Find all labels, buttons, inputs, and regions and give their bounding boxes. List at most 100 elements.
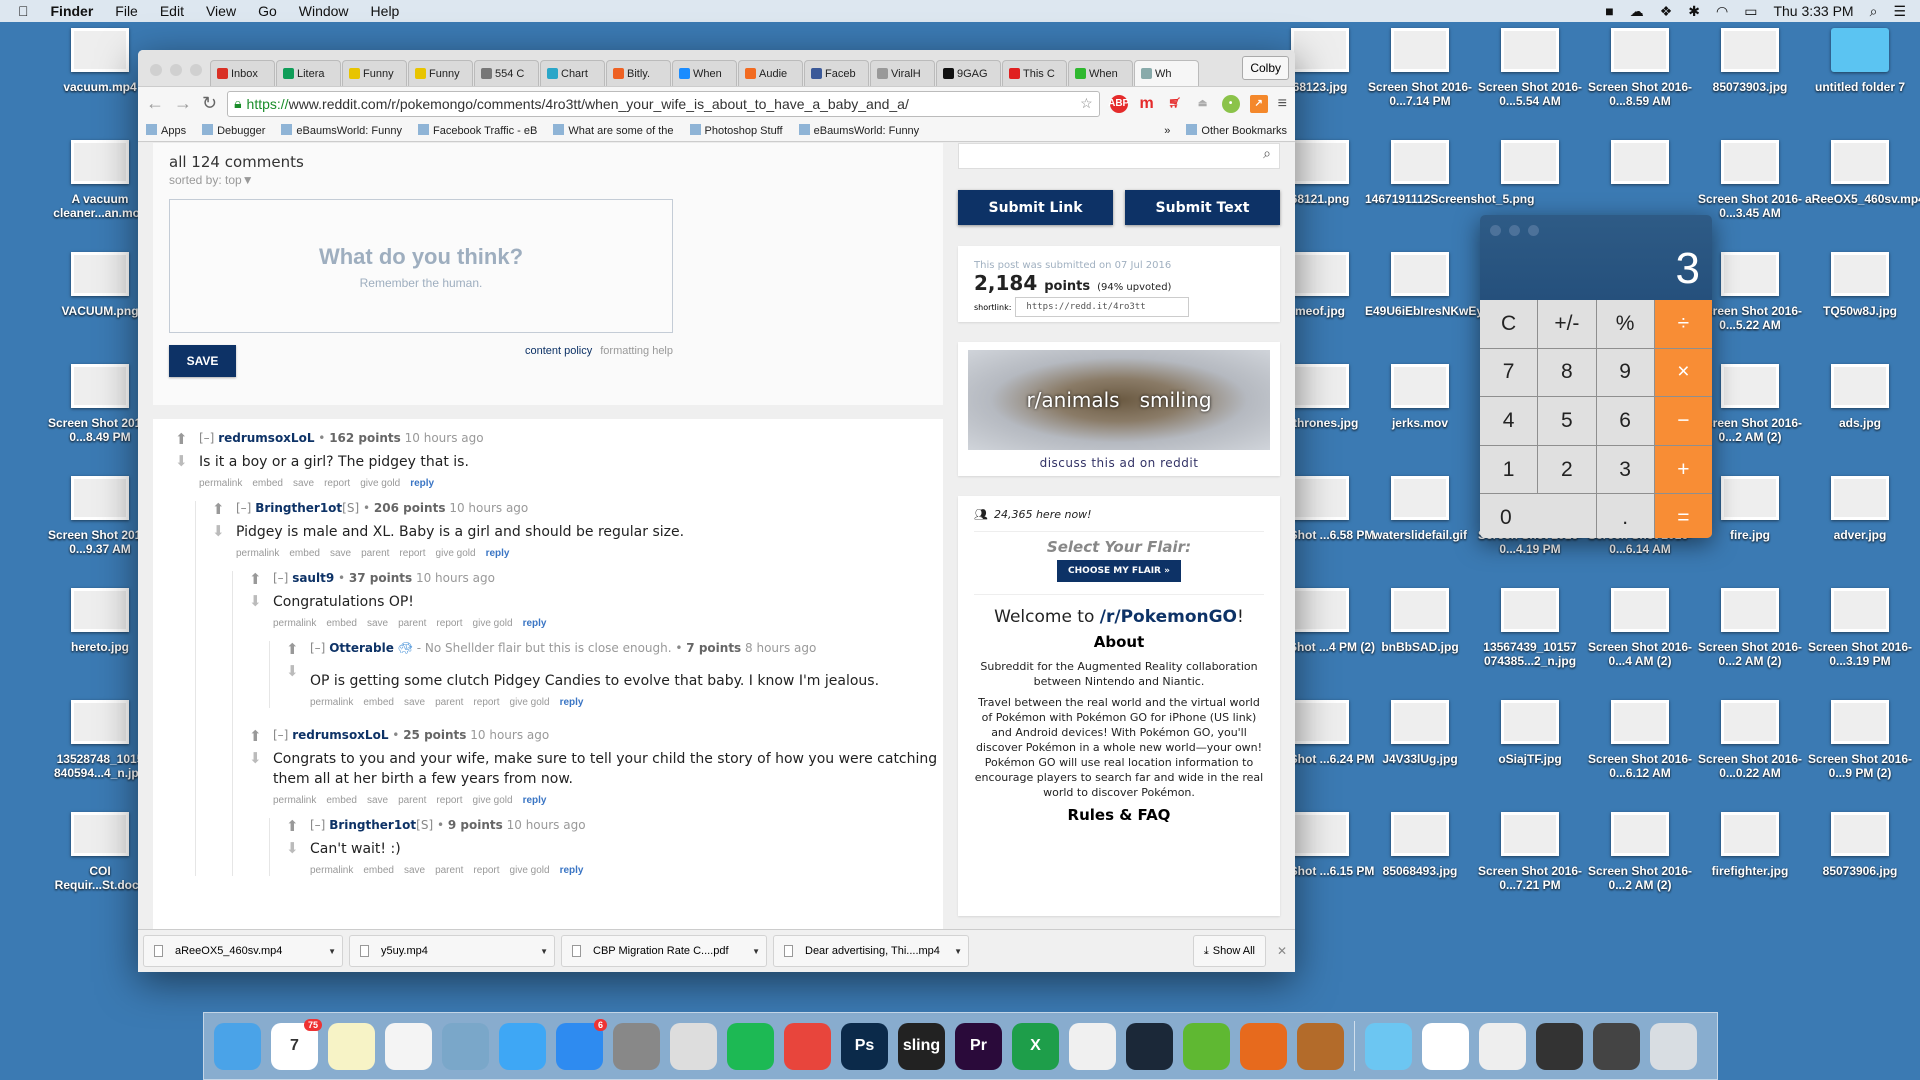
browser-tab[interactable]: Faceb bbox=[804, 60, 869, 86]
upvote-icon[interactable]: ⬆ bbox=[175, 432, 188, 447]
shortlink-field[interactable]: https://redd.it/4ro3tt bbox=[1015, 297, 1190, 317]
comment-action-give-gold[interactable]: give gold bbox=[436, 548, 476, 559]
comment-action-save[interactable]: save bbox=[330, 548, 351, 559]
browser-tab[interactable]: ViralH bbox=[870, 60, 935, 86]
zoom-button[interactable] bbox=[190, 64, 202, 76]
bookmark-item[interactable]: eBaumsWorld: Funny bbox=[799, 124, 920, 137]
content-policy-link[interactable]: content policy bbox=[525, 345, 592, 357]
menu-finder[interactable]: Finder bbox=[51, 3, 94, 19]
dock-premiere-icon[interactable]: Pr bbox=[955, 1022, 1002, 1070]
comment-action-report[interactable]: report bbox=[399, 548, 425, 559]
comment-action-report[interactable]: report bbox=[436, 795, 462, 806]
calc-key[interactable]: 7 bbox=[1480, 348, 1538, 397]
menu-go[interactable]: Go bbox=[258, 3, 277, 19]
dock-scrivener-icon[interactable] bbox=[670, 1022, 717, 1070]
save-button[interactable]: SAVE bbox=[169, 345, 236, 377]
bookmark-item[interactable]: What are some of the bbox=[553, 124, 673, 137]
dock-messages-icon[interactable] bbox=[499, 1022, 546, 1070]
comment-author[interactable]: redrumsoxLoL bbox=[292, 728, 388, 742]
desktop-icon[interactable]: Screen Shot 2016-0...3.45 AM bbox=[1695, 140, 1805, 220]
desktop-icon[interactable]: Screen Shot 2016-0...8.59 AM bbox=[1585, 28, 1695, 108]
browser-tab[interactable]: Inbox bbox=[210, 60, 275, 86]
comment-author[interactable]: Bringther1ot bbox=[329, 818, 416, 832]
desktop-icon[interactable]: 85073906.jpg bbox=[1805, 812, 1915, 878]
comment-author[interactable]: sault9 bbox=[292, 571, 334, 585]
spotlight-icon[interactable]: ⌕ bbox=[1870, 3, 1878, 20]
comment-action-report[interactable]: report bbox=[473, 697, 499, 708]
collapse-toggle[interactable]: [–] bbox=[273, 571, 292, 585]
comment-action-reply[interactable]: reply bbox=[410, 478, 434, 489]
desktop-icon[interactable]: aReeOX5_460sv.mp4 bbox=[1805, 140, 1920, 206]
calc-key[interactable]: 9 bbox=[1596, 348, 1654, 397]
collapse-toggle[interactable]: [–] bbox=[199, 431, 218, 445]
dropbox-icon[interactable]: ❖ bbox=[1660, 3, 1673, 20]
desktop-icon[interactable]: ads.jpg bbox=[1805, 364, 1915, 430]
analytics-extension-icon[interactable]: ↗ bbox=[1249, 94, 1268, 113]
comment-action-save[interactable]: save bbox=[404, 697, 425, 708]
upvote-icon[interactable]: ⬆ bbox=[286, 819, 299, 834]
bulb-extension-icon[interactable]: • bbox=[1221, 94, 1240, 113]
comment-action-give-gold[interactable]: give gold bbox=[510, 865, 550, 876]
wifi-icon[interactable]: ◠ bbox=[1716, 3, 1728, 20]
dock-recent-1-icon[interactable] bbox=[1479, 1022, 1526, 1070]
comment-action-reply[interactable]: reply bbox=[560, 697, 584, 708]
dock-trash-icon[interactable] bbox=[1650, 1022, 1697, 1070]
forward-icon[interactable]: → bbox=[174, 93, 192, 114]
calc-key[interactable]: 4 bbox=[1480, 397, 1538, 445]
calc-key[interactable]: ÷ bbox=[1654, 300, 1712, 348]
dock-calculator-icon[interactable] bbox=[1297, 1022, 1344, 1070]
close-downloads-icon[interactable]: ✕ bbox=[1269, 944, 1295, 958]
collapse-toggle[interactable]: [–] bbox=[273, 728, 292, 742]
browser-tab[interactable]: Funny bbox=[408, 60, 473, 86]
chevron-down-icon[interactable]: ▼ bbox=[328, 947, 336, 956]
browser-tab[interactable]: When bbox=[672, 60, 737, 86]
subreddit-link[interactable]: /r/PokemonGO bbox=[1100, 607, 1237, 627]
apple-menu-icon[interactable]:  bbox=[18, 3, 29, 19]
dock-photoshop-icon[interactable]: Ps bbox=[841, 1022, 888, 1070]
bookmark-star-icon[interactable]: ☆ bbox=[1080, 95, 1093, 112]
dock-finder-icon[interactable] bbox=[214, 1022, 261, 1070]
menu-file[interactable]: File bbox=[115, 3, 138, 19]
chevron-down-icon[interactable]: ▼ bbox=[954, 947, 962, 956]
calc-key[interactable]: − bbox=[1654, 397, 1712, 445]
bookmark-item[interactable]: Apps bbox=[146, 124, 186, 137]
submit-text-button[interactable]: Submit Text bbox=[1125, 190, 1280, 225]
desktop-icon[interactable]: 85073903.jpg bbox=[1695, 28, 1805, 94]
adblock-icon[interactable]: ABP bbox=[1108, 94, 1129, 113]
desktop-icon[interactable]: Screen Shot 2016-0...6.12 AM bbox=[1585, 700, 1695, 780]
calc-key[interactable]: 0 bbox=[1480, 494, 1596, 538]
desktop-icon[interactable] bbox=[1475, 140, 1585, 192]
calc-key[interactable]: +/- bbox=[1538, 300, 1596, 348]
dock-sling-icon[interactable]: sling bbox=[898, 1022, 945, 1070]
bookmark-item[interactable]: eBaumsWorld: Funny bbox=[281, 124, 402, 137]
comment-action-parent[interactable]: parent bbox=[435, 697, 463, 708]
desktop-icon[interactable]: 85068493.jpg bbox=[1365, 812, 1475, 878]
browser-tab[interactable]: 554 C bbox=[474, 60, 539, 86]
desktop-icon[interactable] bbox=[1585, 140, 1695, 192]
comment-action-permalink[interactable]: permalink bbox=[273, 618, 316, 629]
collapse-toggle[interactable]: [–] bbox=[310, 641, 329, 655]
comment-action-give-gold[interactable]: give gold bbox=[510, 697, 550, 708]
comment-action-parent[interactable]: parent bbox=[398, 618, 426, 629]
browser-tab[interactable]: Chart bbox=[540, 60, 605, 86]
formatting-help-link[interactable]: formatting help bbox=[600, 345, 673, 357]
bookmark-item[interactable]: Facebook Traffic - eB bbox=[418, 124, 537, 137]
bookmarks-overflow-icon[interactable]: » bbox=[1164, 125, 1170, 137]
desktop-icon[interactable]: Screen Shot 2016-0...4 AM (2) bbox=[1585, 588, 1695, 668]
downvote-icon[interactable]: ⬇ bbox=[249, 594, 262, 609]
desktop-icon[interactable]: waterslidefail.gif bbox=[1365, 476, 1475, 542]
upvote-icon[interactable]: ⬆ bbox=[249, 729, 262, 744]
collapse-toggle[interactable]: [–] bbox=[236, 501, 255, 515]
show-all-downloads-button[interactable]: ⤓ Show All bbox=[1192, 935, 1266, 967]
menu-window[interactable]: Window bbox=[299, 3, 349, 19]
m-extension-icon[interactable]: m bbox=[1138, 95, 1156, 113]
desktop-icon[interactable]: E49U6iEbIresNKwEy_z...NSE.jpg bbox=[1365, 252, 1552, 318]
bookmark-item[interactable]: Photoshop Stuff bbox=[690, 124, 783, 137]
desktop-icon[interactable]: 1467191112Screenshot_5.png bbox=[1365, 140, 1534, 206]
desktop-icon[interactable]: Screen Shot 2016-0...7.21 PM bbox=[1475, 812, 1585, 892]
calc-key[interactable]: 2 bbox=[1538, 445, 1596, 494]
comment-action-permalink[interactable]: permalink bbox=[236, 548, 279, 559]
upvote-icon[interactable]: ⬆ bbox=[286, 642, 299, 657]
minimize-button[interactable] bbox=[1509, 225, 1520, 236]
comment-action-save[interactable]: save bbox=[293, 478, 314, 489]
